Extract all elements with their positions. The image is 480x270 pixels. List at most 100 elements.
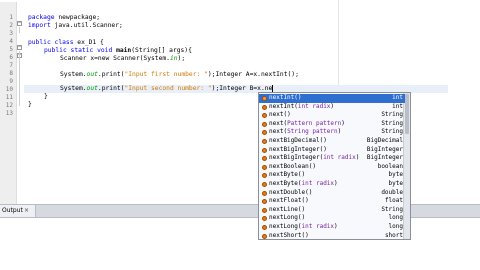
- scope-guide: [19, 51, 20, 106]
- completion-item[interactable]: nextBigInteger(int radix) BigInteger: [259, 154, 405, 163]
- completion-item[interactable]: nextLong() long: [259, 214, 405, 223]
- code-line: import java.util.Scanner;: [28, 22, 123, 29]
- scope-guide: [19, 27, 20, 33]
- completion-item[interactable]: next(Pattern pattern) String: [259, 120, 405, 129]
- completion-item[interactable]: next(String pattern) String: [259, 128, 405, 137]
- line-number: 5: [9, 46, 13, 53]
- method-icon: [262, 156, 267, 162]
- completion-item-type: BigDecimal: [366, 137, 403, 144]
- completion-item-type: double: [381, 188, 403, 196]
- method-icon: [262, 207, 267, 213]
- completion-item-type: byte: [388, 171, 403, 179]
- close-icon[interactable]: ×: [24, 205, 29, 217]
- code-line: }: [28, 101, 32, 108]
- code-completion-popup[interactable]: nextInt() int nextInt(int radix) int next() S…: [258, 92, 411, 240]
- line-number: 7: [9, 62, 13, 69]
- completion-item-name: nextBigDecimal(): [269, 137, 327, 144]
- line-number: 11: [5, 94, 13, 101]
- line-number: 1: [9, 14, 13, 21]
- completion-item-type: int: [392, 102, 403, 110]
- completion-item-name: nextLine(): [269, 205, 306, 213]
- completion-item-name: nextBigInteger(): [269, 145, 327, 153]
- completion-item[interactable]: nextDouble() double: [259, 189, 405, 198]
- completion-item-type: BigInteger: [366, 145, 403, 153]
- completion-item-type: long: [388, 214, 403, 222]
- method-icon: [262, 199, 267, 205]
- method-icon: [262, 113, 267, 119]
- completion-item-name: next(): [269, 111, 291, 119]
- completion-item-type: short: [384, 231, 403, 239]
- output-tab-label: Output: [2, 207, 23, 214]
- completion-item-type: byte: [388, 180, 403, 187]
- code-line-current[interactable]: System.out.print("Input second number: "…: [60, 85, 272, 93]
- line-number: 3: [9, 30, 13, 37]
- method-icon: [262, 182, 267, 187]
- completion-item-type: int: [392, 94, 403, 101]
- completion-item-name: nextLong(int radix): [269, 223, 338, 230]
- method-icon: [262, 190, 267, 196]
- code-line: public static void main(String[] args){: [44, 47, 192, 54]
- line-number-gutter: 1 2 3 4 5 6 7 8 9 10 11 12 13: [0, 2, 17, 204]
- completion-item-name: nextInt(): [269, 94, 302, 101]
- completion-item-type: BigInteger: [366, 154, 403, 162]
- method-icon: [262, 96, 267, 101]
- completion-item[interactable]: nextBoolean() boolean: [259, 163, 405, 172]
- method-icon: [262, 216, 267, 222]
- completion-item[interactable]: nextByte(int radix) byte: [259, 180, 405, 189]
- line-number: 2: [9, 22, 13, 29]
- completion-item-name: nextBigInteger(int radix): [269, 154, 360, 162]
- completion-item[interactable]: nextBigInteger() BigInteger: [259, 146, 405, 155]
- completion-item-name: nextInt(int radix): [269, 102, 335, 110]
- fold-toggle-icon[interactable]: −: [17, 21, 22, 26]
- completion-item[interactable]: nextInt(int radix) int: [259, 103, 405, 112]
- line-number: 6: [9, 54, 13, 61]
- code-line: Scanner x=new Scanner(System.in);: [60, 55, 186, 62]
- completion-item-type: long: [388, 223, 403, 230]
- method-icon: [262, 225, 267, 230]
- method-icon: [262, 147, 267, 153]
- completion-item-type: String: [381, 205, 403, 213]
- completion-item-name: nextDouble(): [269, 188, 313, 196]
- line-number: 8: [9, 70, 13, 77]
- line-number: 9: [9, 78, 13, 85]
- completion-item-name: next(Pattern pattern): [269, 119, 345, 127]
- completion-item-type: float: [384, 197, 403, 205]
- completion-item-type: String: [381, 128, 403, 136]
- method-icon: [262, 121, 267, 127]
- method-icon: [262, 173, 267, 179]
- completion-item[interactable]: nextFloat() float: [259, 197, 405, 206]
- fold-toggle-icon[interactable]: −: [17, 45, 22, 50]
- line-number: 13: [5, 110, 13, 117]
- completion-item-name: nextLong(): [269, 214, 306, 222]
- method-icon: [262, 233, 267, 239]
- code-line: System.out.print("Input first number: ")…: [60, 71, 299, 78]
- completion-item[interactable]: nextInt() int: [259, 94, 405, 103]
- completion-item[interactable]: next() String: [259, 111, 405, 120]
- completion-item[interactable]: nextByte() byte: [259, 171, 405, 180]
- completion-item-type: String: [381, 119, 403, 127]
- completion-item[interactable]: nextLong(int radix) long: [259, 223, 405, 232]
- completion-item-type: boolean: [377, 162, 403, 170]
- line-number: 10: [5, 86, 13, 93]
- method-icon: [262, 164, 267, 170]
- popup-scroll-thumb[interactable]: [405, 94, 409, 134]
- code-line: package newpackage;: [28, 14, 101, 21]
- completion-item-name: nextShort(): [269, 231, 309, 239]
- output-tab[interactable]: Output ×: [0, 205, 36, 217]
- code-line: public class ex_D1 {: [28, 39, 104, 46]
- completion-item[interactable]: nextLine() String: [259, 206, 405, 215]
- method-icon: [262, 130, 267, 136]
- method-icon: [262, 139, 267, 144]
- method-icon: [262, 104, 267, 110]
- line-number: 12: [5, 102, 13, 109]
- completion-item-name: nextByte(int radix): [269, 180, 338, 187]
- completion-item[interactable]: nextBigDecimal() BigDecimal: [259, 137, 405, 146]
- completion-item-name: nextByte(): [269, 171, 306, 179]
- completion-item-name: next(String pattern): [269, 128, 342, 136]
- completion-item[interactable]: nextShort() short: [259, 231, 405, 239]
- line-number: 4: [9, 38, 13, 45]
- completion-item-name: nextBoolean(): [269, 162, 316, 170]
- completion-item-type: String: [381, 111, 403, 119]
- completion-item-name: nextFloat(): [269, 197, 309, 205]
- code-line: }: [44, 93, 48, 100]
